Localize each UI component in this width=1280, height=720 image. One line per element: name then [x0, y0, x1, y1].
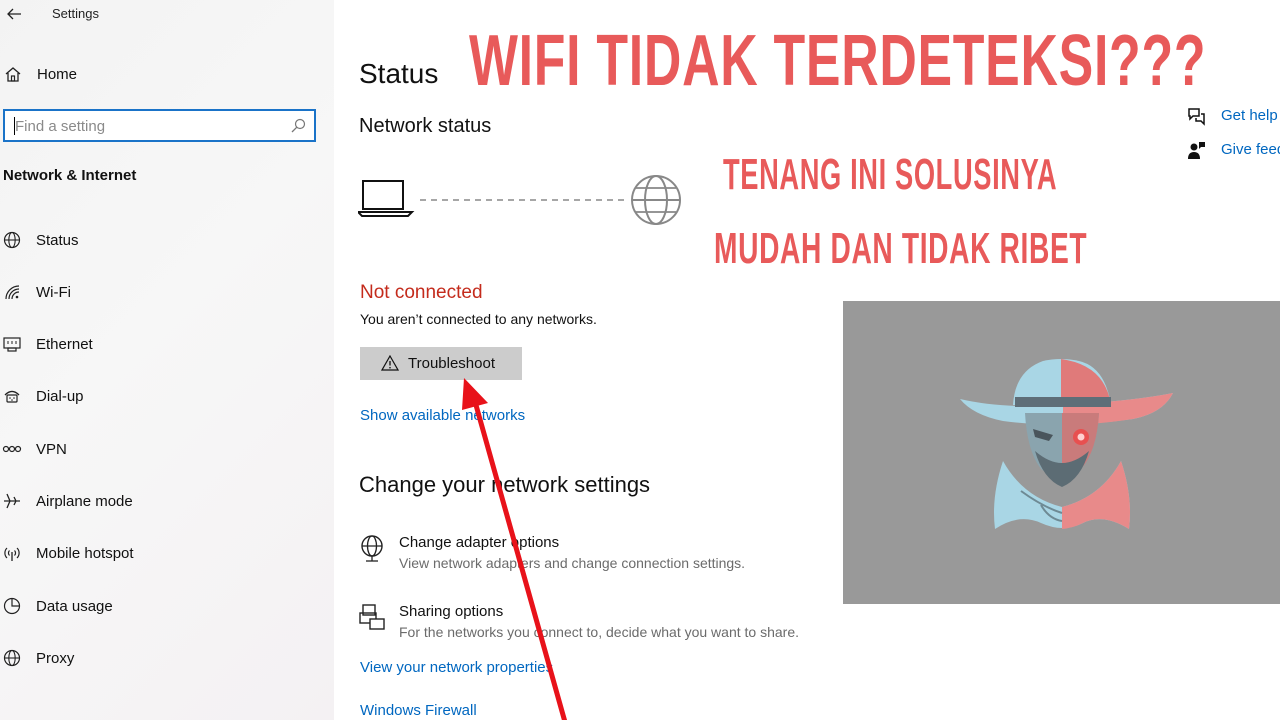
sidebar-item-label: Status [36, 232, 79, 249]
search-box[interactable] [3, 109, 316, 142]
connection-status-description: You aren’t connected to any networks. [360, 311, 597, 327]
home-label: Home [37, 66, 78, 83]
troubleshoot-label: Troubleshoot [408, 355, 495, 372]
give-feedback-link[interactable]: Give feedback [1186, 139, 1280, 161]
search-input[interactable] [15, 116, 275, 136]
help-chat-icon [1188, 108, 1205, 126]
home-nav-item[interactable]: Home [0, 62, 334, 88]
data-usage-icon [3, 597, 21, 615]
text-caret [14, 117, 15, 135]
sidebar-item-label: Airplane mode [36, 493, 133, 510]
channel-logo-panel [843, 301, 1280, 604]
network-diagram [358, 175, 681, 225]
title-bar: Settings [0, 0, 334, 28]
get-help-link[interactable]: Get help [1186, 105, 1280, 127]
troubleshoot-button[interactable]: Troubleshoot [360, 347, 522, 380]
option-title: Sharing options [399, 603, 504, 620]
sidebar-item-dialup[interactable]: Dial-up [0, 382, 334, 412]
option-title: Change adapter options [399, 534, 560, 551]
sidebar-item-airplane-mode[interactable]: Airplane mode [0, 487, 334, 517]
sidebar-item-label: VPN [36, 441, 67, 458]
internet-globe-icon [631, 175, 681, 225]
search-icon[interactable] [290, 118, 306, 134]
sidebar: Settings Home Network & Internet Status [0, 0, 334, 720]
show-available-networks-link[interactable]: Show available networks [360, 407, 525, 424]
sidebar-item-label: Mobile hotspot [36, 545, 134, 562]
sidebar-item-label: Data usage [36, 598, 113, 615]
ethernet-icon [3, 337, 21, 352]
option-description: View network adapters and change connect… [399, 555, 746, 571]
sharing-icon [359, 604, 385, 630]
sidebar-item-label: Wi-Fi [36, 284, 71, 301]
sidebar-item-wifi[interactable]: Wi-Fi [0, 278, 334, 308]
change-settings-heading: Change your network settings [359, 472, 651, 497]
sidebar-item-ethernet[interactable]: Ethernet [0, 330, 334, 360]
airplane-icon [4, 493, 20, 509]
option-description: For the networks you connect to, decide … [399, 624, 799, 640]
subtitle-caption-line-2: MUDAH DAN TIDAK RIBET [714, 224, 1088, 273]
back-button[interactable] [4, 2, 26, 24]
hotspot-icon [4, 547, 20, 561]
app-title: Settings [52, 6, 99, 21]
sidebar-item-status[interactable]: Status [0, 226, 334, 256]
globe-icon [3, 231, 21, 249]
warning-icon [381, 355, 399, 371]
headline-caption: WIFI TIDAK TERDETEKSI??? [469, 21, 1207, 101]
get-help-label: Get help [1221, 107, 1278, 124]
home-icon [5, 67, 21, 82]
laptop-icon [358, 180, 415, 217]
sharing-options[interactable]: Sharing options For the networks you con… [358, 603, 818, 647]
network-status-heading: Network status [359, 115, 492, 137]
give-feedback-label: Give feedback [1221, 141, 1280, 158]
change-adapter-options[interactable]: Change adapter options View network adap… [358, 534, 818, 578]
section-title: Network & Internet [3, 167, 137, 184]
windows-firewall-link[interactable]: Windows Firewall [360, 702, 477, 719]
subtitle-caption-line-1: TENANG INI SOLUSINYA [723, 150, 1058, 199]
sidebar-item-label: Dial-up [36, 388, 84, 405]
view-network-properties-link[interactable]: View your network properties [360, 659, 553, 676]
back-arrow-icon [7, 8, 21, 20]
proxy-globe-icon [3, 649, 21, 667]
adapter-globe-icon [361, 535, 383, 562]
connection-status: Not connected [360, 282, 483, 303]
sidebar-item-proxy[interactable]: Proxy [0, 644, 334, 674]
wifi-icon [5, 285, 20, 300]
sidebar-item-label: Ethernet [36, 336, 93, 353]
cowboy-skull-logo [960, 359, 1173, 529]
sidebar-item-label: Proxy [36, 650, 75, 667]
page-title: Status [359, 58, 439, 89]
sidebar-item-vpn[interactable]: VPN [0, 435, 334, 465]
vpn-icon [2, 445, 22, 453]
sidebar-item-data-usage[interactable]: Data usage [0, 592, 334, 622]
dialup-icon [4, 390, 20, 403]
sidebar-item-mobile-hotspot[interactable]: Mobile hotspot [0, 539, 334, 569]
feedback-person-icon [1188, 142, 1205, 159]
